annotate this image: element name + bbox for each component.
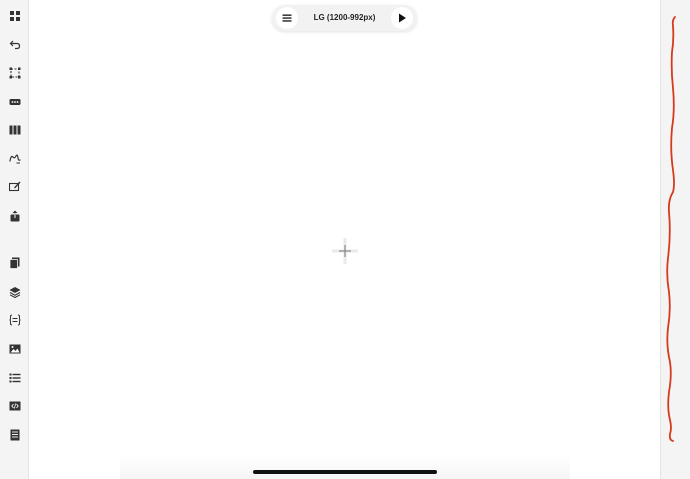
play-button[interactable] xyxy=(391,7,413,29)
bottom-shade xyxy=(120,455,570,479)
list-icon[interactable] xyxy=(5,368,25,388)
image-icon[interactable] xyxy=(5,339,25,359)
home-indicator[interactable] xyxy=(253,470,437,474)
freehand-stroke xyxy=(666,16,676,442)
selection-icon[interactable] xyxy=(5,63,25,83)
breakpoint-toolbar: LG (1200-992px) xyxy=(272,5,417,31)
right-panel xyxy=(660,0,690,479)
pages-icon[interactable] xyxy=(5,253,25,273)
share-icon[interactable] xyxy=(5,206,25,226)
embed-icon[interactable] xyxy=(5,396,25,416)
grid-icon[interactable] xyxy=(5,6,25,26)
edit-icon[interactable] xyxy=(5,176,25,196)
draw-icon[interactable] xyxy=(5,148,25,168)
columns-icon[interactable] xyxy=(5,120,25,140)
play-icon xyxy=(399,13,406,23)
layers-icon[interactable] xyxy=(5,282,25,302)
menu-icon xyxy=(282,14,292,22)
undo-icon[interactable] xyxy=(5,34,25,54)
more-icon[interactable] xyxy=(5,92,25,112)
crosshair-icon xyxy=(332,238,358,264)
code-block-icon[interactable] xyxy=(5,310,25,330)
document-icon[interactable] xyxy=(5,425,25,445)
left-toolbar xyxy=(0,0,29,479)
menu-button[interactable] xyxy=(276,7,298,29)
breakpoint-label[interactable]: LG (1200-992px) xyxy=(302,5,387,31)
